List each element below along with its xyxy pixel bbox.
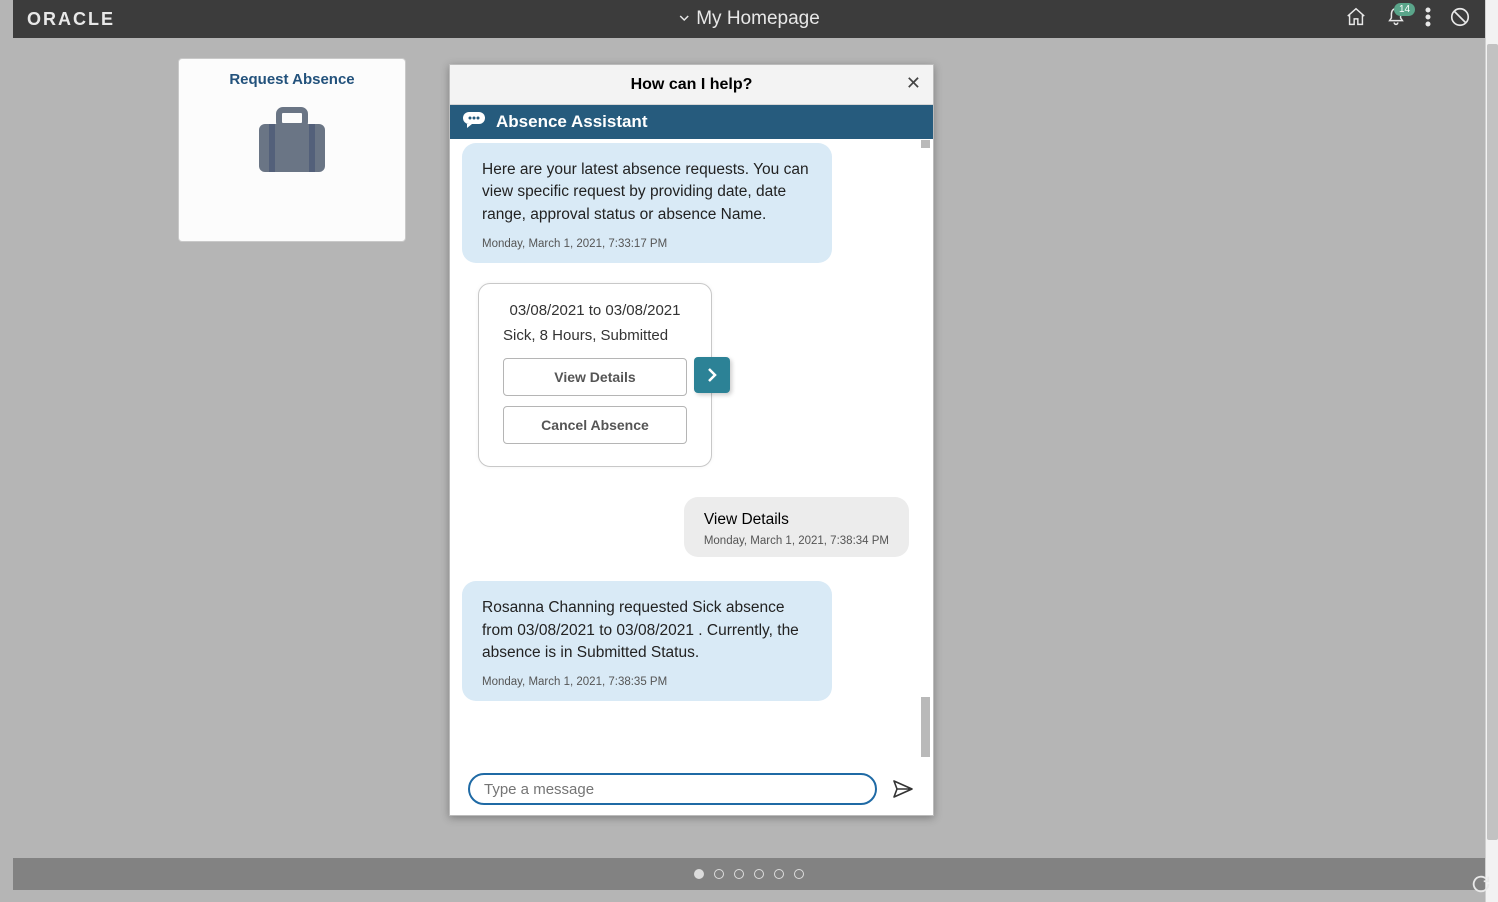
chat-icon (462, 111, 486, 134)
suitcase-icon (253, 106, 331, 178)
chevron-down-icon (678, 11, 690, 27)
scroll-indicator (921, 697, 930, 757)
scroll-indicator (921, 140, 930, 148)
page-dot[interactable] (774, 869, 784, 879)
message-timestamp: Monday, March 1, 2021, 7:33:17 PM (482, 236, 812, 253)
close-icon[interactable]: ✕ (906, 73, 921, 94)
chat-input[interactable] (468, 773, 877, 805)
bot-message-text: Rosanna Channing requested Sick absence … (482, 597, 812, 664)
absence-card-carousel: 03/08/2021 to 03/08/2021 Sick, 8 Hours, … (478, 283, 933, 467)
page-dot[interactable] (694, 869, 704, 879)
page-scrollbar-thumb[interactable] (1487, 44, 1498, 840)
notification-badge: 14 (1394, 3, 1415, 16)
page-dot[interactable] (794, 869, 804, 879)
bot-message: Here are your latest absence requests. Y… (462, 143, 832, 263)
home-icon[interactable] (1345, 6, 1367, 33)
modal-header: How can I help? ✕ (450, 65, 933, 105)
page-dots[interactable] (694, 869, 804, 879)
message-timestamp: Monday, March 1, 2021, 7:38:34 PM (704, 535, 889, 547)
message-timestamp: Monday, March 1, 2021, 7:38:35 PM (482, 674, 812, 691)
carousel-next-button[interactable] (694, 357, 730, 393)
refresh-icon[interactable] (1470, 873, 1492, 900)
navbar-icon[interactable] (1449, 6, 1471, 33)
tile-title: Request Absence (179, 71, 405, 88)
absence-card: 03/08/2021 to 03/08/2021 Sick, 8 Hours, … (478, 283, 712, 467)
homepage-label: My Homepage (696, 8, 820, 30)
page-dot[interactable] (714, 869, 724, 879)
cancel-absence-button[interactable]: Cancel Absence (503, 406, 687, 444)
view-details-button[interactable]: View Details (503, 358, 687, 396)
bot-message: Rosanna Channing requested Sick absence … (462, 581, 832, 701)
notifications-icon[interactable]: 14 (1385, 6, 1407, 33)
user-message-text: View Details (704, 511, 889, 529)
oracle-logo: ORACLE (27, 9, 115, 30)
page-dot[interactable] (734, 869, 744, 879)
absence-subtitle: Sick, 8 Hours, Submitted (503, 327, 687, 344)
chat-scroll-area[interactable]: Here are your latest absence requests. Y… (450, 139, 933, 763)
homepage-dropdown[interactable]: My Homepage (678, 8, 820, 30)
actions-menu-icon[interactable] (1425, 6, 1431, 33)
global-header: ORACLE My Homepage 14 (13, 0, 1485, 38)
absence-dates: 03/08/2021 to 03/08/2021 (503, 302, 687, 319)
send-icon[interactable] (891, 777, 915, 801)
assistant-name: Absence Assistant (496, 112, 647, 132)
page-dot[interactable] (754, 869, 764, 879)
footer-bar (13, 858, 1485, 890)
modal-title: How can I help? (631, 76, 753, 94)
chat-modal: How can I help? ✕ Absence Assistant Here… (449, 64, 934, 816)
bot-message-text: Here are your latest absence requests. Y… (482, 159, 812, 226)
assistant-bar: Absence Assistant (450, 105, 933, 139)
page-scrollbar[interactable] (1485, 0, 1498, 902)
user-message: View Details Monday, March 1, 2021, 7:38… (684, 497, 909, 557)
chat-input-row (450, 763, 933, 815)
request-absence-tile[interactable]: Request Absence (178, 58, 406, 242)
